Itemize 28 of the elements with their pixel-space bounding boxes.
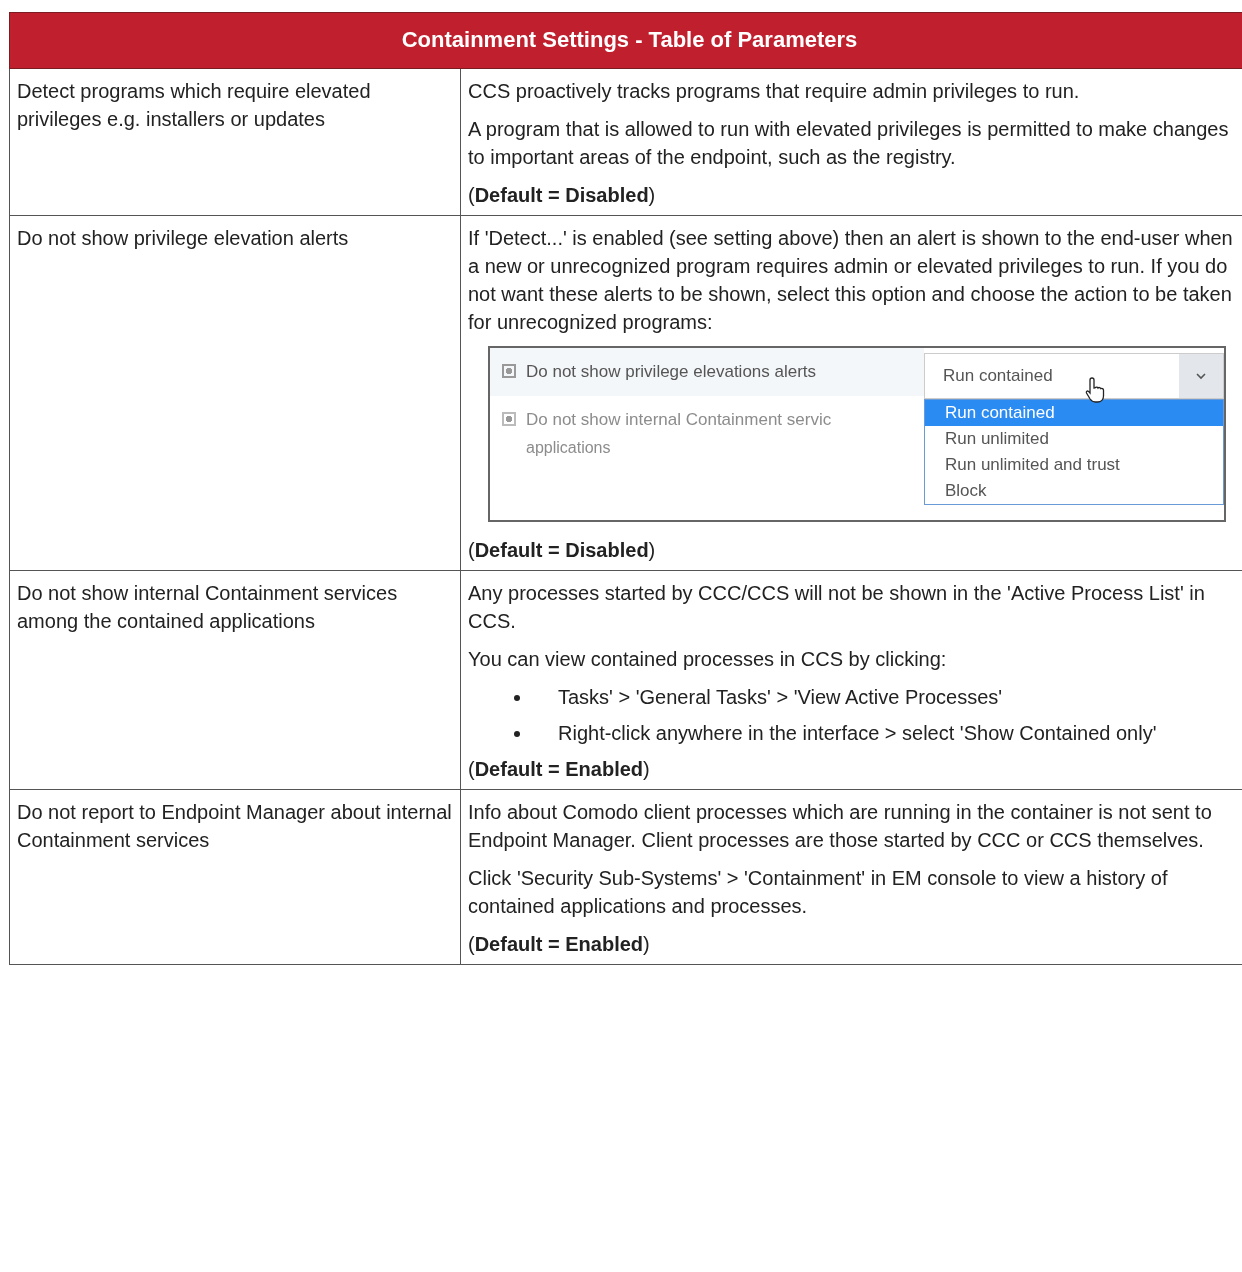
option-label: Do not show internal Containment servic <box>526 408 832 431</box>
caret-icon <box>1195 371 1207 380</box>
description-text: Info about Comodo client processes which are running in the container is not sent to Endpoint Manager. Client processes are those started by CCC or CCS themselves. <box>468 799 1213 853</box>
setting-name-cell: Detect programs which require elevated privileges e.g. installers or updates <box>9 68 461 216</box>
description-text: Click 'Security Sub-Systems' > 'Containment' in EM console to view a history of contained applications and processes. <box>468 865 1169 919</box>
setting-name-cell: Do not show privilege elevation alerts <box>9 215 461 571</box>
default-value-text: (Default = Disabled) <box>468 537 657 563</box>
bullet-icon <box>514 730 520 737</box>
option-label: Do not show privilege elevations alerts <box>526 360 817 383</box>
default-value-text: (Default = Disabled) <box>468 182 657 208</box>
option-label: applications <box>526 438 612 459</box>
dropdown-option[interactable]: Block <box>925 477 1223 504</box>
checkbox[interactable] <box>502 363 516 378</box>
default-value-text: (Default = Enabled) <box>468 756 651 782</box>
table-title: Containment Settings - Table of Parameters <box>9 12 1242 69</box>
description-text: Any processes started by CCC/CCS will not be shown in the 'Active Process List' in CCS. <box>468 580 1206 634</box>
description-text: If 'Detect...' is enabled (see setting above) then an alert is shown to the end-user when a new or unrecognized program requires admin or elevated privileges to run. If you do not want these alerts to be shown, select this option and choose the action to be taken for unrecognized programs: <box>468 225 1234 335</box>
description-text: You can view contained processes in CCS by clicking: <box>468 646 948 672</box>
dropdown-option[interactable]: Run unlimited and trust <box>925 451 1223 478</box>
bullet-icon <box>514 694 520 701</box>
default-value-text: (Default = Enabled) <box>468 931 651 957</box>
setting-name-cell: Do not report to Endpoint Manager about internal Containment services <box>9 789 461 965</box>
description-text: CCS proactively tracks programs that require admin privileges to run. <box>468 78 1081 104</box>
bullet-text: Tasks' > 'General Tasks' > 'View Active Processes' <box>558 684 1004 710</box>
bullet-text: Right-click anywhere in the interface > select 'Show Contained only' <box>558 720 1158 746</box>
dropdown-option[interactable]: Run unlimited <box>925 425 1223 452</box>
description-text: A program that is allowed to run with elevated privileges is permitted to make changes to important areas of the endpoint, such as the registry. <box>468 116 1230 170</box>
setting-name-cell: Do not show internal Containment services among the contained applications <box>9 570 461 790</box>
